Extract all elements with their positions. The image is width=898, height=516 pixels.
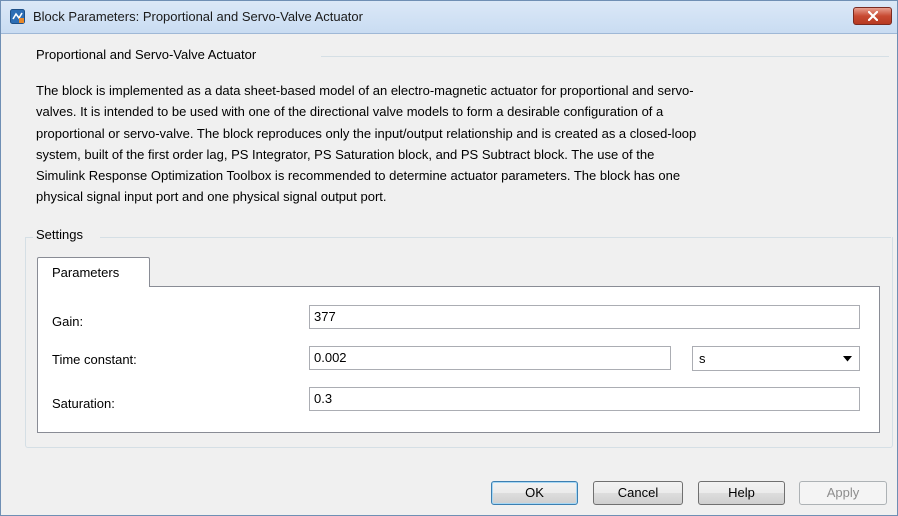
block-description: The block is implemented as a data sheet…: [36, 80, 886, 208]
description-line: Simulink Response Optimization Toolbox i…: [36, 168, 681, 184]
time-constant-field[interactable]: 0.002: [309, 346, 671, 370]
saturation-label: Saturation:: [52, 396, 115, 411]
close-icon: [868, 11, 878, 21]
close-button[interactable]: [853, 7, 892, 25]
tab-parameters[interactable]: Parameters: [37, 257, 150, 287]
simulink-block-icon: [10, 9, 25, 24]
description-group-divider: [321, 56, 889, 57]
window-title: Block Parameters: Proportional and Servo…: [33, 9, 363, 24]
gain-label: Gain:: [52, 314, 84, 329]
chevron-down-icon: [843, 356, 852, 362]
cancel-button[interactable]: Cancel: [593, 481, 683, 505]
description-line: system, built of the first order lag, PS…: [36, 146, 655, 162]
description-line: The block is implemented as a data sheet…: [36, 83, 694, 98]
dialog-window: Block Parameters: Proportional and Servo…: [0, 0, 898, 516]
gain-field[interactable]: 377: [309, 305, 860, 329]
description-line: physical signal input port and one physi…: [36, 189, 387, 205]
description-group-header: Proportional and Servo-Valve Actuator: [36, 47, 257, 62]
saturation-field[interactable]: 0.3: [309, 387, 860, 411]
tab-label: Parameters: [52, 265, 120, 280]
description-line: valves. It is intended to be used with o…: [36, 104, 664, 120]
unit-value: s: [699, 351, 706, 366]
help-button[interactable]: Help: [698, 481, 785, 505]
ok-button[interactable]: OK: [491, 481, 578, 505]
description-line: proportional or servo-valve. The block r…: [36, 125, 697, 141]
time-constant-unit-dropdown[interactable]: s: [692, 346, 860, 371]
title-bar[interactable]: Block Parameters: Proportional and Servo…: [1, 1, 897, 34]
apply-button[interactable]: Apply: [799, 481, 887, 505]
time-constant-label: Time constant:: [52, 352, 137, 367]
